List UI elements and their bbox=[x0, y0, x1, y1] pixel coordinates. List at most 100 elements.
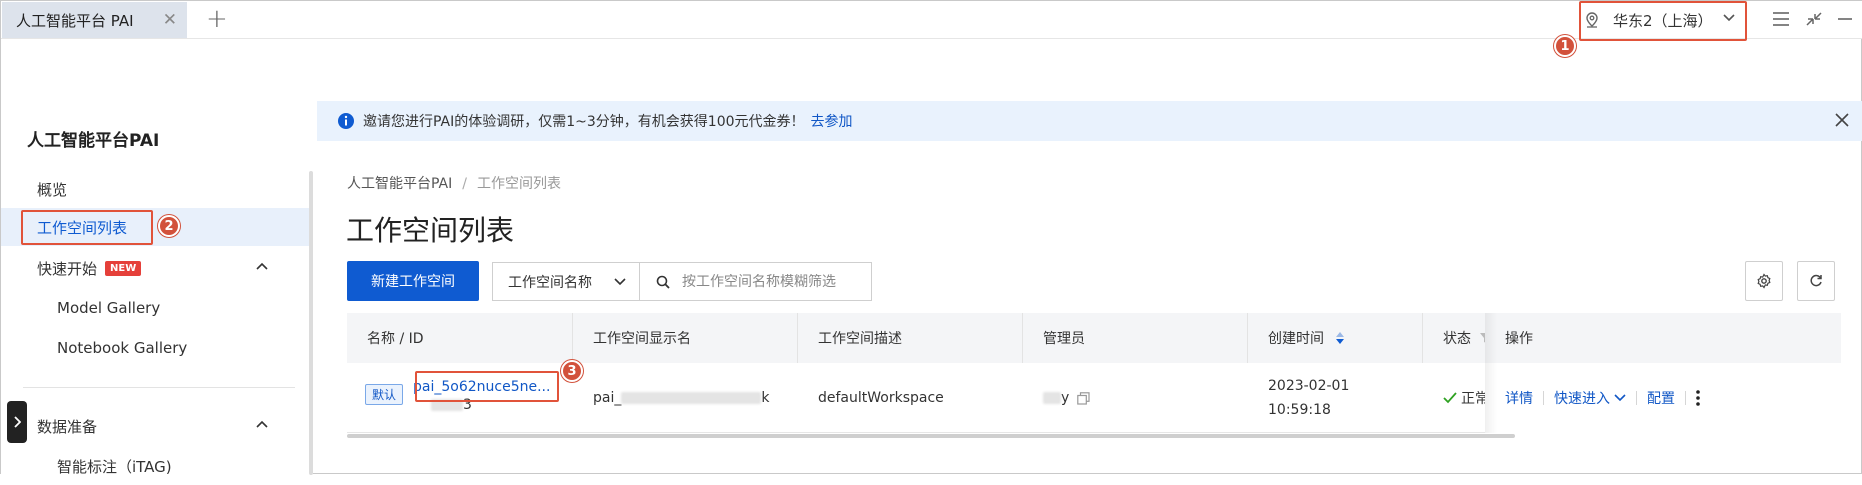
create-workspace-button[interactable]: 新建工作空间 bbox=[347, 261, 479, 301]
column-label: 状态 bbox=[1443, 331, 1471, 347]
display-name-start: pai_ bbox=[593, 390, 622, 406]
annotation-marker: 3 bbox=[561, 360, 583, 382]
sort-icon[interactable] bbox=[1334, 330, 1346, 346]
ops-separator bbox=[1636, 391, 1637, 405]
menu-icon[interactable] bbox=[1772, 11, 1790, 27]
new-badge: NEW bbox=[105, 260, 142, 276]
notice-link[interactable]: 去参加 bbox=[811, 111, 853, 131]
notice-text: 邀请您进行PAI的体验调研，仅需1~3分钟，有机会获得100元代金券！ bbox=[363, 114, 805, 130]
cell-created-time: 2023-02-01 10:59:18 bbox=[1248, 363, 1423, 433]
sidebar-item-label: 概览 bbox=[37, 180, 68, 199]
notice-banner: 邀请您进行PAI的体验调研，仅需1~3分钟，有机会获得100元代金券！ 去参加 bbox=[317, 101, 1862, 141]
sidebar-item-model-gallery[interactable]: Model Gallery bbox=[1, 289, 311, 327]
gear-icon bbox=[1757, 273, 1771, 289]
tab-title: 人工智能平台 PAI bbox=[16, 11, 134, 30]
sidebar-item-label: 智能标注（iTAG) bbox=[57, 457, 172, 476]
column-label: 工作空间描述 bbox=[818, 331, 902, 347]
column-label: 管理员 bbox=[1043, 331, 1085, 347]
column-label: 名称 / ID bbox=[367, 331, 424, 347]
column-header-created-time[interactable]: 创建时间 bbox=[1248, 313, 1423, 363]
chevron-right-icon bbox=[14, 416, 21, 428]
sidebar-item-workspace-list[interactable]: 工作空间列表 bbox=[1, 208, 311, 246]
region-label: 华东2（上海） bbox=[1613, 11, 1713, 30]
filter-field-label: 工作空间名称 bbox=[508, 274, 592, 291]
blurred-display-name bbox=[621, 392, 762, 404]
ops-separator bbox=[1543, 391, 1544, 405]
workspace-name-link[interactable]: pai_5o62nuce5ne... bbox=[413, 379, 550, 395]
sidebar-toggle-button[interactable] bbox=[7, 401, 27, 443]
app-window: 人工智能平台 PAI ✕ + 华东2（上海） 人工智能平台PAI 概览 工作空间… bbox=[0, 0, 1862, 476]
sidebar-item-label: 快速开始 bbox=[37, 259, 98, 278]
sidebar-item-itag[interactable]: 智能标注（iTAG) bbox=[1, 447, 311, 485]
workspace-description: defaultWorkspace bbox=[818, 390, 944, 406]
refresh-icon bbox=[1810, 274, 1822, 287]
column-header-description: 工作空间描述 bbox=[798, 313, 1023, 363]
settings-button[interactable] bbox=[1745, 261, 1783, 301]
details-link[interactable]: 详情 bbox=[1505, 388, 1533, 408]
new-tab-button[interactable]: + bbox=[206, 4, 228, 34]
cell-description: defaultWorkspace bbox=[798, 363, 1023, 433]
table-header: 名称 / ID 工作空间显示名 工作空间描述 管理员 创建时间 状态 操作 bbox=[347, 313, 1841, 363]
annotation-marker: 1 bbox=[1554, 35, 1576, 57]
column-header-admin: 管理员 bbox=[1023, 313, 1248, 363]
breadcrumb: 人工智能平台PAI / 工作空间列表 bbox=[347, 176, 561, 192]
search-input[interactable] bbox=[682, 273, 862, 290]
sidebar-item-quick-start[interactable]: 快速开始 NEW bbox=[1, 249, 311, 287]
browser-tab[interactable]: 人工智能平台 PAI ✕ bbox=[2, 2, 187, 38]
config-link[interactable]: 配置 bbox=[1647, 388, 1675, 408]
sticky-column-shadow bbox=[1485, 313, 1497, 433]
blurred-id bbox=[431, 398, 463, 411]
column-header-name: 名称 / ID bbox=[347, 313, 573, 363]
collapse-icon[interactable] bbox=[1805, 11, 1823, 27]
ops-separator bbox=[1685, 391, 1686, 405]
info-icon bbox=[338, 113, 354, 129]
sidebar-scrollbar[interactable] bbox=[309, 171, 313, 475]
location-pin-icon bbox=[1586, 12, 1598, 28]
search-icon bbox=[656, 275, 670, 289]
column-header-ops: 操作 bbox=[1485, 313, 1841, 363]
column-header-display-name: 工作空间显示名 bbox=[573, 313, 798, 363]
minimize-icon[interactable] bbox=[1837, 17, 1853, 21]
check-icon bbox=[1443, 392, 1457, 404]
close-icon[interactable] bbox=[1833, 111, 1851, 129]
default-tag: 默认 bbox=[365, 383, 404, 405]
region-selector[interactable]: 华东2（上海） bbox=[1581, 3, 1746, 37]
display-name-end: k bbox=[761, 390, 770, 406]
sidebar-item-label: Notebook Gallery bbox=[57, 339, 188, 357]
sidebar-item-notebook-gallery[interactable]: Notebook Gallery bbox=[1, 329, 311, 367]
breadcrumb-current: 工作空间列表 bbox=[476, 176, 561, 192]
sidebar-item-label: Model Gallery bbox=[57, 299, 161, 317]
cell-ops: 详情 快速进入 配置 bbox=[1485, 363, 1841, 433]
search-box bbox=[639, 262, 872, 301]
table-horizontal-scrollbar[interactable] bbox=[347, 434, 1515, 438]
chevron-up-icon[interactable] bbox=[255, 419, 269, 429]
breadcrumb-root[interactable]: 人工智能平台PAI bbox=[347, 176, 452, 192]
sidebar-item-label: 工作空间列表 bbox=[37, 218, 128, 237]
chevron-down-icon bbox=[1723, 14, 1735, 22]
blurred-admin bbox=[1043, 392, 1061, 404]
cell-display-name: pai_ k bbox=[573, 363, 798, 433]
quick-enter-link[interactable]: 快速进入 bbox=[1554, 388, 1610, 408]
refresh-button[interactable] bbox=[1797, 261, 1835, 301]
sidebar: 人工智能平台PAI 概览 工作空间列表 快速开始 NEW Model Galle… bbox=[1, 101, 313, 476]
sidebar-item-data-prep[interactable]: 数据准备 bbox=[1, 407, 311, 445]
browser-topbar: 人工智能平台 PAI ✕ + 华东2（上海） bbox=[1, 1, 1862, 39]
close-icon[interactable]: ✕ bbox=[163, 10, 177, 30]
cell-admin: y bbox=[1023, 363, 1248, 433]
chevron-up-icon[interactable] bbox=[255, 261, 269, 271]
sidebar-item-overview[interactable]: 概览 bbox=[1, 170, 311, 208]
sidebar-divider bbox=[23, 387, 295, 388]
sidebar-item-label: 数据准备 bbox=[37, 417, 98, 436]
column-label: 工作空间显示名 bbox=[593, 331, 691, 347]
chevron-down-icon[interactable] bbox=[1614, 394, 1626, 402]
workspace-id: 3 bbox=[463, 396, 472, 413]
created-time: 10:59:18 bbox=[1268, 402, 1331, 418]
created-date: 2023-02-01 bbox=[1268, 378, 1350, 394]
filter-field-select[interactable]: 工作空间名称 bbox=[492, 262, 640, 301]
more-icon[interactable] bbox=[1696, 390, 1700, 406]
admin-name: y bbox=[1061, 390, 1070, 406]
cell-name: 默认 pai_5o62nuce5ne... 3 bbox=[347, 363, 573, 433]
copy-icon[interactable] bbox=[1077, 391, 1090, 405]
column-label: 操作 bbox=[1505, 331, 1533, 347]
annotation-marker: 2 bbox=[158, 215, 180, 237]
